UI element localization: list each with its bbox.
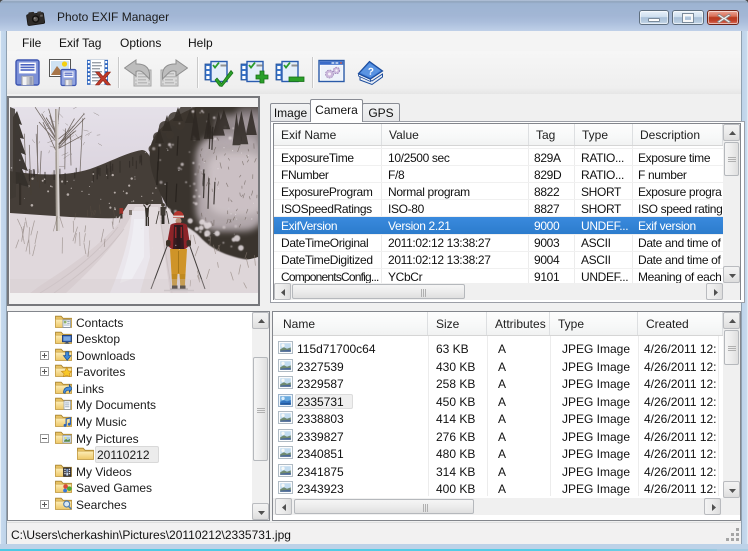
svg-text:?: ?	[367, 66, 374, 77]
